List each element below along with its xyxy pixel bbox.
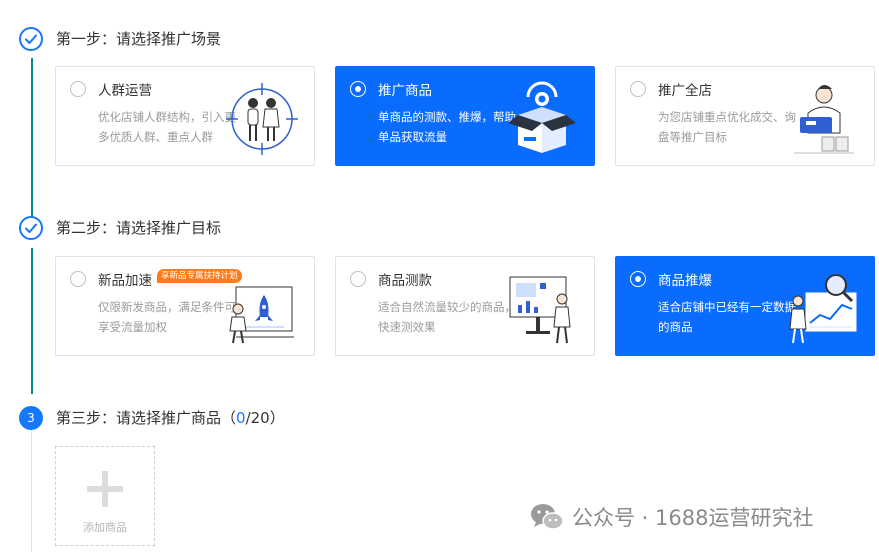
store-person-icon: [794, 85, 854, 154]
card-title: 新品加速: [98, 273, 152, 289]
card-description: 仅限新发商品，满足条件可享受流量加权: [98, 300, 236, 334]
step-connector-line: [31, 430, 32, 552]
card-title: 推广商品: [378, 83, 432, 99]
add-product-label: 添加商品: [83, 521, 127, 534]
goal-card-new-product-boost[interactable]: 新品加速 享新品专属扶持计划 仅限新发商品，满足条件可享受流量加权: [55, 256, 315, 356]
people-target-icon: [226, 83, 298, 155]
goal-card-product-hot-sale[interactable]: 商品推爆 适合店铺中已经有一定数据的商品: [615, 256, 875, 356]
wechat-icon: [531, 504, 564, 530]
scenario-card-audience[interactable]: 人群运营 优化店铺人群结构，引入更多优质人群、重点人群: [55, 66, 315, 166]
step-number-badge: 3: [19, 406, 43, 430]
card-description: 单商品的测款、推爆，帮助单品获取流量: [378, 110, 516, 144]
step-complete-check-icon: [19, 216, 43, 240]
product-box-icon: [508, 81, 576, 153]
step2-title: 第二步：请选择推广目标: [56, 219, 222, 237]
step3-title-prefix: 第三步：请选择推广商品（: [56, 409, 237, 427]
plus-icon: [87, 471, 123, 507]
add-product-button[interactable]: 添加商品: [55, 446, 155, 546]
card-title: 商品测款: [378, 273, 432, 289]
step-connector-line: [31, 248, 33, 394]
rocket-screen-icon: [229, 286, 294, 344]
card-title: 商品推爆: [658, 273, 712, 289]
radio-button[interactable]: [350, 81, 366, 97]
goal-card-product-testing[interactable]: 商品测款 适合自然流量较少的商品，快速测效果: [335, 256, 595, 356]
scenario-card-promote-product[interactable]: 推广商品 单商品的测款、推爆，帮助单品获取流量: [335, 66, 595, 166]
card-description: 适合店铺中已经有一定数据的商品: [658, 300, 796, 334]
radio-button[interactable]: [350, 271, 366, 287]
scenario-card-whole-store[interactable]: 推广全店 为您店铺重点优化成交、询盘等推广目标: [615, 66, 875, 166]
step3-title: 第三步：请选择推广商品（0/20）: [56, 408, 285, 428]
radio-button[interactable]: [70, 81, 86, 97]
step3-title-suffix: /20）: [245, 409, 285, 427]
card-description: 适合自然流量较少的商品，快速测效果: [378, 300, 516, 334]
watermark: 公众号 · 1688运营研究社: [530, 502, 813, 532]
radio-button[interactable]: [630, 81, 646, 97]
monitor-chart-icon: [509, 276, 571, 344]
radio-button[interactable]: [630, 271, 646, 287]
radio-button[interactable]: [70, 271, 86, 287]
step-complete-check-icon: [19, 27, 43, 51]
selected-count: 0: [236, 409, 246, 427]
card-title: 人群运营: [98, 83, 152, 99]
watermark-text: 公众号 · 1688运营研究社: [572, 506, 814, 530]
step1-title: 第一步：请选择推广场景: [56, 30, 222, 48]
step-connector-line: [31, 58, 33, 218]
magnifier-chart-icon: [789, 274, 857, 344]
card-description: 优化店铺人群结构，引入更多优质人群、重点人群: [98, 110, 236, 144]
card-title: 推广全店: [658, 83, 712, 99]
card-description: 为您店铺重点优化成交、询盘等推广目标: [658, 110, 796, 144]
